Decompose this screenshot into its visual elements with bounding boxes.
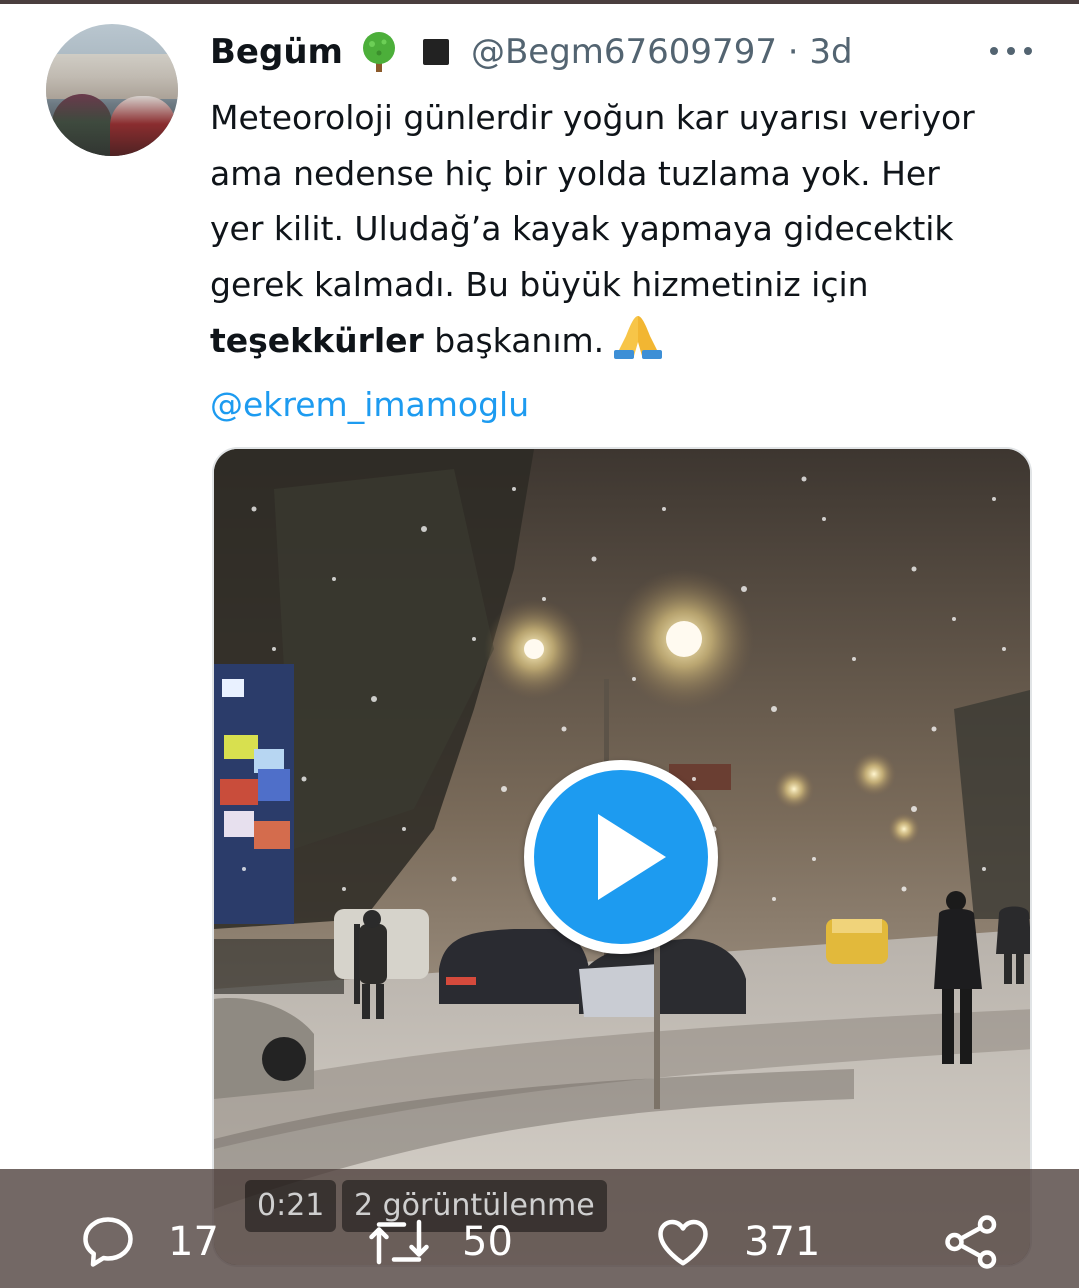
bold-word: teşekkürler — [210, 321, 424, 360]
after-bold-text: başkanım. — [423, 321, 605, 360]
square-icon — [422, 39, 449, 65]
author-name[interactable]: Begüm — [210, 32, 343, 72]
tweet-text: Meteoroloji günlerdir yoğun kar uyarısı … — [210, 90, 1040, 432]
tweet-frame: Begüm @Begm67609797 · 3d Meteoroloji gün… — [0, 0, 1079, 1288]
share-button[interactable] — [942, 1210, 1002, 1274]
retweet-button[interactable]: 50 — [366, 1210, 513, 1274]
retweet-count: 50 — [462, 1219, 513, 1265]
play-button[interactable] — [524, 760, 718, 954]
tweet-line: gerek kalmadı. Bu büyük hizmetiniz için — [210, 264, 869, 304]
tweet-line-thanks: teşekkürler başkanım. — [210, 312, 1040, 377]
pray-icon — [612, 312, 664, 377]
share-icon — [942, 1212, 1002, 1272]
reply-button[interactable]: 17 — [78, 1210, 219, 1274]
like-count: 371 — [744, 1219, 821, 1265]
tweet-header: Begüm @Begm67609797 · 3d — [210, 28, 1040, 76]
avatar-person-right — [110, 96, 176, 156]
mention-link[interactable]: @ekrem_imamoglu — [210, 377, 1040, 433]
avatar[interactable] — [46, 24, 178, 156]
tweet-line: ama nedense hiç bir yolda tuzlama yok. H… — [210, 153, 940, 193]
tweet-line: Meteoroloji günlerdir yoğun kar uyarısı … — [210, 98, 975, 137]
more-icon[interactable] — [990, 42, 1032, 60]
separator-dot: · — [787, 32, 799, 72]
tweet-time[interactable]: 3d — [809, 32, 852, 72]
retweet-icon — [366, 1212, 432, 1272]
like-icon — [652, 1212, 714, 1272]
reply-count: 17 — [168, 1219, 219, 1265]
video-duration: 0:21 — [245, 1180, 337, 1232]
tree-icon — [357, 30, 401, 74]
avatar-background — [46, 54, 178, 99]
play-icon — [598, 814, 666, 900]
like-button[interactable]: 371 — [652, 1210, 820, 1274]
tweet-line: yer kilit. Uludağ’a kayak yapmaya gidece… — [210, 209, 954, 248]
reply-icon — [78, 1212, 138, 1272]
author-handle[interactable]: @Begm67609797 — [471, 32, 777, 72]
avatar-person-left — [52, 94, 112, 156]
